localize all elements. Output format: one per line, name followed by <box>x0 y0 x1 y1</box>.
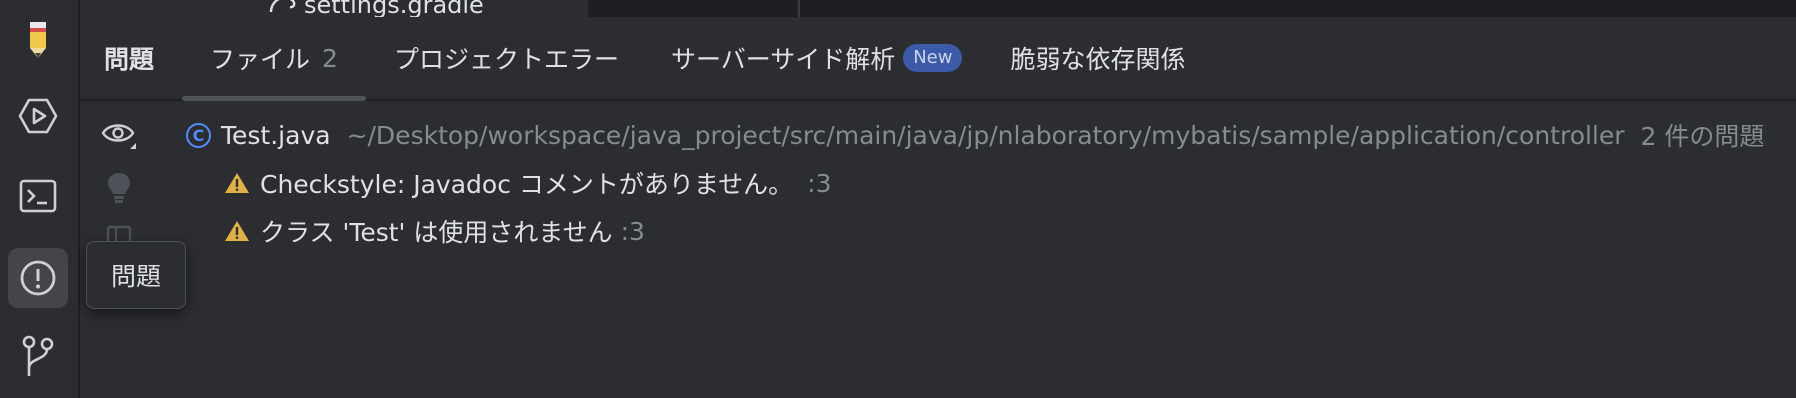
problem-item[interactable]: クラス 'Test' は使用されません :3 <box>224 213 645 249</box>
tab-project-errors[interactable]: プロジェクトエラー <box>394 17 619 99</box>
tab-file[interactable]: ファイル 2 <box>182 17 366 101</box>
problems-tool-button[interactable] <box>8 248 68 308</box>
tab-server-side-analysis[interactable]: サーバーサイド解析 New <box>671 17 963 99</box>
git-branch-icon[interactable] <box>8 326 68 386</box>
problem-line: :3 <box>807 168 832 198</box>
java-class-icon: C <box>186 122 211 148</box>
tool-window-strip <box>0 0 80 398</box>
problems-tooltip: 問題 <box>86 241 186 309</box>
file-node[interactable]: C Test.java ~/Desktop/workspace/java_pro… <box>186 117 1764 153</box>
problem-item[interactable]: Checkstyle: Javadoc コメントがありません。 :3 <box>224 165 831 201</box>
warning-icon <box>225 221 249 241</box>
file-name: Test.java <box>221 120 331 150</box>
new-badge: New <box>903 44 963 72</box>
lightbulb-icon[interactable] <box>106 171 132 209</box>
tab-label: 脆弱な依存関係 <box>1010 45 1186 74</box>
problems-panel-title: 問題 <box>104 45 155 74</box>
tab-label: ファイル <box>210 45 311 74</box>
editor-area-remnant: settings.gradle <box>80 0 1796 17</box>
eye-icon[interactable] <box>100 119 138 155</box>
tree-item-settings-gradle[interactable]: settings.gradle <box>268 0 484 17</box>
editor-divider <box>798 0 800 17</box>
problems-icon <box>20 260 56 296</box>
tooltip-text: 問題 <box>110 262 161 291</box>
tab-label: プロジェクトエラー <box>393 45 619 74</box>
problem-count: 2 件の問題 <box>1640 122 1765 151</box>
problem-line: :3 <box>620 216 645 246</box>
project-tree-remnant: settings.gradle <box>80 0 590 17</box>
tab-vulnerable-dependencies[interactable]: 脆弱な依存関係 <box>1010 17 1185 99</box>
tree-item-label: settings.gradle <box>304 0 484 17</box>
pencil-icon[interactable] <box>8 10 68 70</box>
warning-icon <box>225 173 249 193</box>
problems-tab-bar: 問題 ファイル 2 プロジェクトエラー サーバーサイド解析 New 脆弱な依存関… <box>80 17 1796 101</box>
tab-label: サーバーサイド解析 <box>670 45 896 74</box>
problem-message: Checkstyle: Javadoc コメントがありません。 <box>260 170 794 199</box>
file-path: ~/Desktop/workspace/java_project/src/mai… <box>346 120 1625 150</box>
terminal-icon[interactable] <box>8 166 68 226</box>
tab-count: 2 <box>322 43 338 73</box>
problem-message: クラス 'Test' は使用されません <box>260 218 613 247</box>
gradle-icon <box>269 0 296 13</box>
services-icon[interactable] <box>8 86 68 146</box>
